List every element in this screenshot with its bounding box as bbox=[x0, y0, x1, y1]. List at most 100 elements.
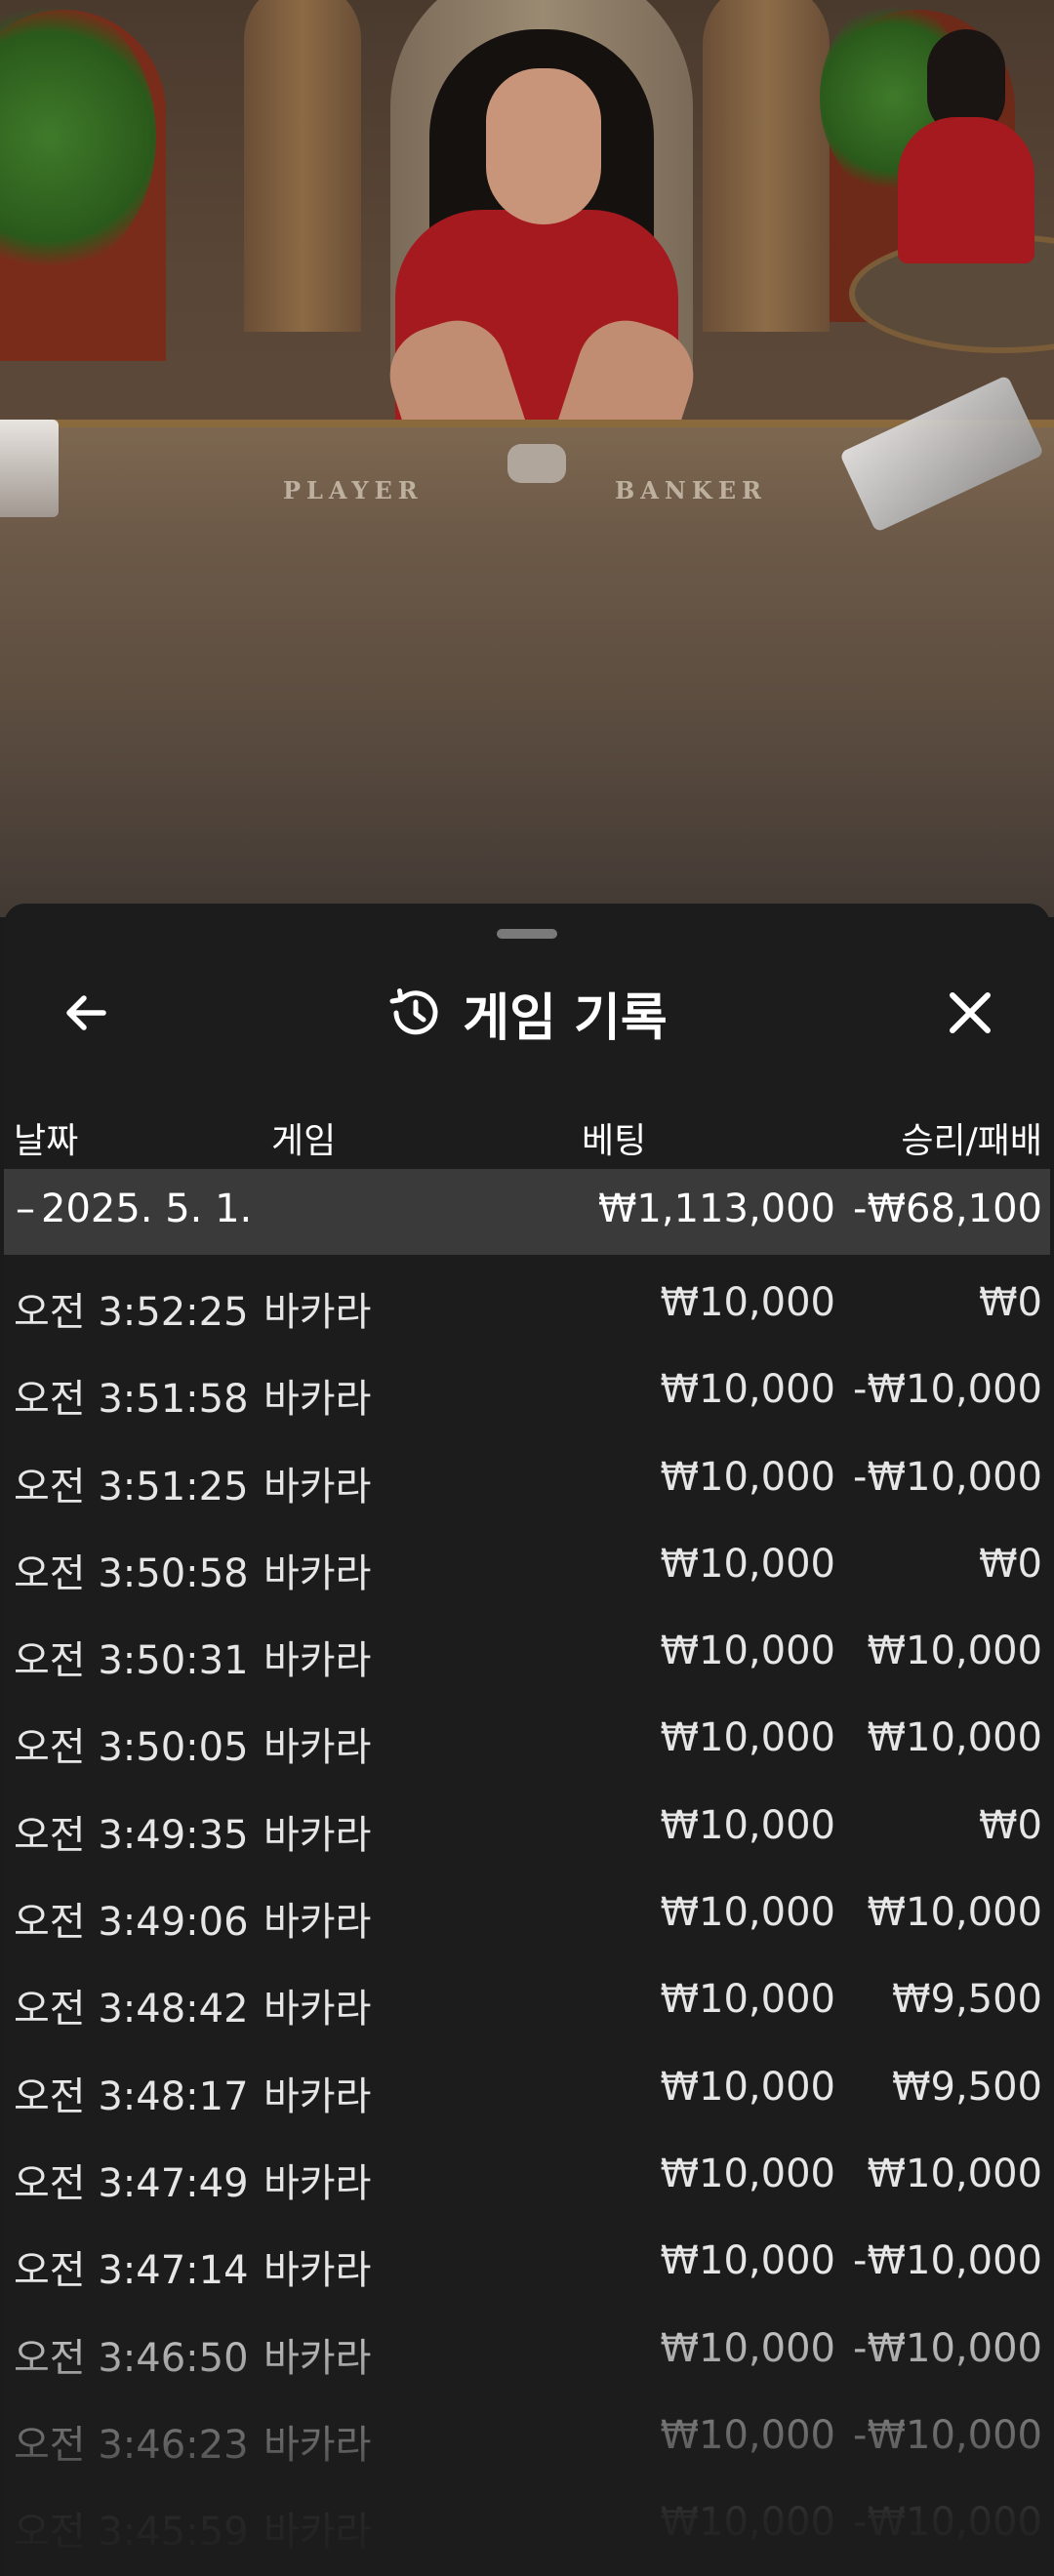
row-bet: ₩10,000 bbox=[660, 1802, 835, 1848]
row-time: 오전 3:47:14 bbox=[14, 2248, 249, 2294]
history-row[interactable]: 오전 3:46:50 바카라 ₩10,000 -₩10,000 bbox=[4, 2305, 1050, 2392]
gold-pillar-right bbox=[703, 0, 830, 332]
row-bet: ₩10,000 bbox=[660, 2412, 835, 2458]
row-game: 바카라 bbox=[264, 2160, 372, 2206]
row-time: 오전 3:48:42 bbox=[14, 1987, 249, 2033]
close-button[interactable] bbox=[923, 966, 1017, 1060]
row-time: 오전 3:50:31 bbox=[14, 1638, 249, 1684]
row-time: 오전 3:50:58 bbox=[14, 1550, 249, 1596]
row-game: 바카라 bbox=[264, 1900, 372, 1946]
history-row[interactable]: 오전 3:48:17 바카라 ₩10,000 ₩9,500 bbox=[4, 2043, 1050, 2130]
row-bet: ₩10,000 bbox=[660, 2151, 835, 2196]
row-bet: ₩10,000 bbox=[660, 1367, 835, 1413]
live-dealer-video: PLAYER BANKER bbox=[0, 0, 1054, 917]
row-game: 바카라 bbox=[264, 1464, 372, 1509]
row-time: 오전 3:46:50 bbox=[14, 2335, 249, 2381]
row-bet: ₩10,000 bbox=[660, 1890, 835, 1936]
history-row[interactable]: 오전 3:50:05 바카라 ₩10,000 ₩10,000 bbox=[4, 1694, 1050, 1781]
row-win-loss: -₩10,000 bbox=[853, 1367, 1042, 1413]
history-row[interactable]: 오전 3:50:31 바카라 ₩10,000 ₩10,000 bbox=[4, 1607, 1050, 1694]
row-win-loss: -₩10,000 bbox=[853, 1454, 1042, 1500]
row-win-loss: -₩10,000 bbox=[853, 2500, 1042, 2546]
chips bbox=[507, 444, 566, 483]
row-bet: ₩10,000 bbox=[660, 1280, 835, 1325]
row-game: 바카라 bbox=[264, 2422, 372, 2468]
row-win-loss: ₩10,000 bbox=[867, 1890, 1042, 1936]
row-win-loss: ₩0 bbox=[979, 1802, 1042, 1848]
row-bet: ₩10,000 bbox=[660, 1629, 835, 1674]
row-time: 오전 3:52:25 bbox=[14, 1290, 249, 1335]
row-time: 오전 3:51:25 bbox=[14, 1464, 249, 1509]
game-history-sheet: 게임 기록 날짜 게임 베팅 승리/패배 – 2025. 5. 1. ₩1,11… bbox=[4, 904, 1050, 2576]
history-row[interactable]: 오전 3:52:25 바카라 ₩10,000 ₩0 bbox=[4, 1259, 1050, 1346]
row-win-loss: -₩10,000 bbox=[853, 2238, 1042, 2284]
row-bet: ₩10,000 bbox=[660, 2064, 835, 2110]
row-game: 바카라 bbox=[264, 2248, 372, 2294]
row-time: 오전 3:46:23 bbox=[14, 2422, 249, 2468]
history-row[interactable]: 오전 3:46:23 바카라 ₩10,000 -₩10,000 bbox=[4, 2392, 1050, 2478]
column-header-game: 게임 bbox=[271, 1121, 337, 1161]
column-header-date: 날짜 bbox=[14, 1121, 79, 1161]
row-win-loss: -₩10,000 bbox=[853, 2325, 1042, 2371]
history-row[interactable]: 오전 3:51:58 바카라 ₩10,000 -₩10,000 bbox=[4, 1346, 1050, 1432]
row-time: 오전 3:50:05 bbox=[14, 1725, 249, 1771]
history-row[interactable]: 오전 3:47:14 바카라 ₩10,000 -₩10,000 bbox=[4, 2217, 1050, 2304]
row-bet: ₩10,000 bbox=[660, 1977, 835, 2023]
history-row[interactable]: 오전 3:47:49 바카라 ₩10,000 ₩10,000 bbox=[4, 2130, 1050, 2217]
sheet-title: 게임 기록 bbox=[463, 988, 668, 1048]
row-game: 바카라 bbox=[264, 1725, 372, 1771]
date-group-total-win-loss: -₩68,100 bbox=[853, 1187, 1042, 1231]
sheet-header: 게임 기록 bbox=[4, 966, 1050, 1060]
row-game: 바카라 bbox=[264, 2335, 372, 2381]
column-header-win-loss: 승리/패배 bbox=[901, 1121, 1042, 1161]
row-game: 바카라 bbox=[264, 1377, 372, 1423]
row-time: 오전 3:47:49 bbox=[14, 2160, 249, 2206]
drag-handle[interactable] bbox=[497, 929, 557, 939]
history-list: 오전 3:52:25 바카라 ₩10,000 ₩0 오전 3:51:58 바카라 ₩10,0… bbox=[4, 1259, 1050, 2565]
column-header-bet: 베팅 bbox=[582, 1121, 647, 1161]
row-bet: ₩10,000 bbox=[660, 2325, 835, 2371]
card-stack bbox=[0, 420, 59, 517]
row-bet: ₩10,000 bbox=[660, 2238, 835, 2284]
row-game: 바카라 bbox=[264, 1812, 372, 1858]
row-bet: ₩10,000 bbox=[660, 1454, 835, 1500]
row-game: 바카라 bbox=[264, 2510, 372, 2556]
table-label-player: PLAYER bbox=[283, 476, 424, 504]
date-group-row[interactable]: – 2025. 5. 1. ₩1,113,000 -₩68,100 bbox=[4, 1169, 1050, 1255]
row-bet: ₩10,000 bbox=[660, 1715, 835, 1761]
row-time: 오전 3:49:06 bbox=[14, 1900, 249, 1946]
row-win-loss: ₩10,000 bbox=[867, 1715, 1042, 1761]
row-game: 바카라 bbox=[264, 2073, 372, 2119]
column-headers: 날짜 게임 베팅 승리/패배 bbox=[4, 1099, 1050, 1167]
row-win-loss: -₩10,000 bbox=[853, 2412, 1042, 2458]
row-win-loss: ₩10,000 bbox=[867, 2151, 1042, 2196]
history-row[interactable]: 오전 3:50:58 바카라 ₩10,000 ₩0 bbox=[4, 1520, 1050, 1607]
row-win-loss: ₩9,500 bbox=[891, 1977, 1042, 2023]
row-bet: ₩10,000 bbox=[660, 2500, 835, 2546]
history-row[interactable]: 오전 3:49:35 바카라 ₩10,000 ₩0 bbox=[4, 1782, 1050, 1869]
gold-pillar-left bbox=[244, 0, 361, 332]
history-row[interactable]: 오전 3:49:06 바카라 ₩10,000 ₩10,000 bbox=[4, 1869, 1050, 1955]
collapse-toggle[interactable]: – bbox=[16, 1187, 35, 1231]
row-win-loss: ₩0 bbox=[979, 1541, 1042, 1587]
history-row[interactable]: 오전 3:51:25 바카라 ₩10,000 -₩10,000 bbox=[4, 1433, 1050, 1520]
history-clock-icon bbox=[389, 988, 438, 1035]
history-row[interactable]: 오전 3:45:59 바카라 ₩10,000 -₩10,000 bbox=[4, 2478, 1050, 2565]
row-win-loss: ₩0 bbox=[979, 1280, 1042, 1325]
row-game: 바카라 bbox=[264, 1987, 372, 2033]
row-win-loss: ₩9,500 bbox=[891, 2064, 1042, 2110]
date-group-date: 2025. 5. 1. bbox=[41, 1187, 253, 1231]
row-game: 바카라 bbox=[264, 1638, 372, 1684]
date-group-total-bet: ₩1,113,000 bbox=[597, 1187, 835, 1231]
row-time: 오전 3:45:59 bbox=[14, 2510, 249, 2556]
row-game: 바카라 bbox=[264, 1550, 372, 1596]
background-dealer-body bbox=[898, 117, 1034, 263]
row-time: 오전 3:48:17 bbox=[14, 2073, 249, 2119]
dealer-face bbox=[486, 68, 601, 224]
table-label-banker: BANKER bbox=[615, 476, 767, 504]
history-row[interactable]: 오전 3:48:42 바카라 ₩10,000 ₩9,500 bbox=[4, 1955, 1050, 2042]
row-game: 바카라 bbox=[264, 1290, 372, 1335]
row-bet: ₩10,000 bbox=[660, 1541, 835, 1587]
row-time: 오전 3:49:35 bbox=[14, 1812, 249, 1858]
row-time: 오전 3:51:58 bbox=[14, 1377, 249, 1423]
